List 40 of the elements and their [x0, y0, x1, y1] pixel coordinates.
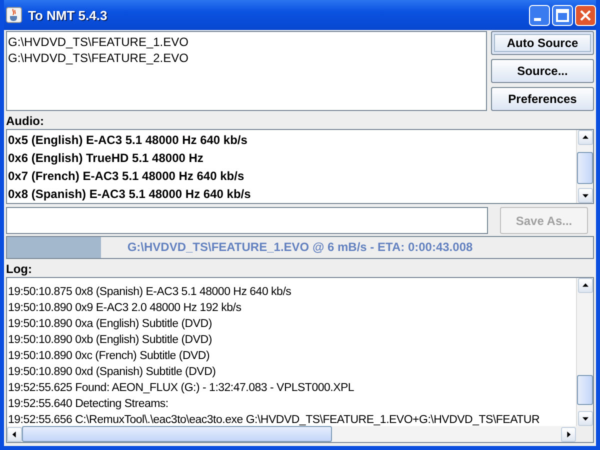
- output-path-field[interactable]: [6, 207, 488, 234]
- log-line: 19:50:10.890 0x9 E-AC3 2.0 48000 Hz 192 kb/s: [8, 301, 242, 316]
- minimize-button[interactable]: [529, 4, 550, 26]
- scroll-down-icon[interactable]: [578, 411, 592, 426]
- log-line: 19:50:10.890 0xa (English) Subtitle (DVD): [8, 317, 213, 332]
- scrollbar-thumb[interactable]: [577, 152, 593, 184]
- window-title: To NMT 5.4.3: [28, 8, 108, 22]
- log-line: 19:50:10.875 0x8 (Spanish) E-AC3 5.1 48000 Hz 640 kb/s: [8, 285, 292, 300]
- scroll-right-icon[interactable]: [561, 426, 576, 442]
- source-list[interactable]: G:\HVDVD_TS\FEATURE_1.EVO G:\HVDVD_TS\FEATURE_2.EVO: [6, 31, 487, 111]
- horizontal-scrollbar[interactable]: [7, 426, 576, 442]
- log-label: Log:: [6, 261, 33, 277]
- scroll-up-icon[interactable]: [578, 278, 592, 293]
- audio-track-item[interactable]: 0x8 (Spanish) E-AC3 5.1 48000 Hz 640 kb/s: [8, 185, 575, 203]
- scroll-down-icon[interactable]: [578, 188, 592, 203]
- close-button[interactable]: [575, 4, 596, 26]
- log-line: 19:52:55.625 Found: AEON_FLUX (G:) - 1:32:47.083 - VPLST000.XPL: [8, 381, 356, 396]
- vertical-scrollbar[interactable]: [576, 278, 593, 426]
- scroll-left-icon[interactable]: [7, 426, 22, 442]
- log-line: 19:50:10.890 0xc (French) Subtitle (DVD): [8, 349, 211, 364]
- source-item[interactable]: G:\HVDVD_TS\FEATURE_2.EVO: [8, 50, 485, 66]
- action-button[interactable]: Source...: [491, 59, 594, 83]
- progress-text: G:\HVDVD_TS\FEATURE_1.EVO @ 6 mB/s - ETA: 0:00:43.008: [126, 239, 474, 256]
- scroll-up-icon[interactable]: [578, 130, 592, 145]
- audio-track-item[interactable]: 0x6 (English) TrueHD 5.1 48000 Hz: [8, 149, 575, 167]
- coffee-cup-icon: [6, 7, 22, 23]
- log-line: 19:52:55.640 Detecting Streams:: [8, 397, 170, 412]
- log-line: 19:52:55.656 C:\RemuxTool\.\eac3to\eac3to.exe G:\HVDVD_TS\FEATURE_1.EVO+G:\HVDVD_TS\FEATUR: [8, 413, 541, 426]
- audio-track-item[interactable]: 0x5 (English) E-AC3 5.1 48000 Hz 640 kb/s: [8, 131, 575, 149]
- scrollbar-thumb[interactable]: [577, 375, 593, 405]
- maximize-button[interactable]: [552, 4, 573, 26]
- audio-label: Audio:: [6, 113, 45, 129]
- source-item[interactable]: G:\HVDVD_TS\FEATURE_1.EVO: [8, 34, 485, 50]
- vertical-scrollbar[interactable]: [576, 130, 593, 203]
- log-line: 19:50:10.890 0xd (Spanish) Subtitle (DVD): [8, 365, 217, 380]
- scrollbar-thumb[interactable]: [22, 426, 332, 442]
- action-button[interactable]: Preferences: [491, 87, 594, 111]
- action-button[interactable]: Auto Source: [491, 31, 594, 55]
- audio-track-item[interactable]: 0x7 (French) E-AC3 5.1 48000 Hz 640 kb/s: [8, 167, 575, 185]
- log-line: 19:50:10.890 0xb (English) Subtitle (DVD): [8, 333, 213, 348]
